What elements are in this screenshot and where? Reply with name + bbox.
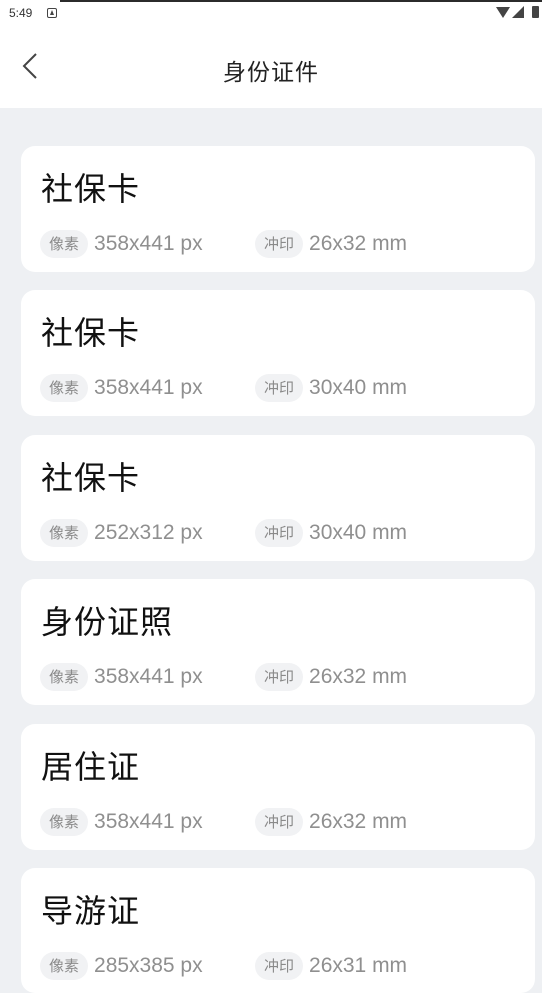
pixel-value: 358x441 px — [94, 665, 203, 688]
print-spec: 冲印 26x31 mm — [255, 952, 407, 980]
wifi-icon — [496, 7, 510, 18]
pixel-spec: 像素 252x312 px — [40, 519, 203, 547]
print-spec: 冲印 26x32 mm — [255, 808, 407, 836]
status-bar-edge — [60, 0, 542, 2]
signal-icon — [512, 6, 524, 18]
print-value: 26x32 mm — [309, 232, 408, 255]
pixel-spec: 像素 358x441 px — [40, 374, 203, 402]
print-tag: 冲印 — [255, 808, 304, 836]
status-bar: 5:49 — [0, 0, 542, 26]
print-tag: 冲印 — [255, 374, 304, 402]
list-item[interactable]: 社保卡 像素 252x312 px 冲印 30x40 mm — [21, 435, 535, 561]
pixel-tag: 像素 — [40, 952, 89, 980]
print-value: 30x40 mm — [309, 521, 408, 544]
print-value: 26x31 mm — [309, 954, 408, 977]
pixel-value: 252x312 px — [94, 521, 203, 544]
list-item[interactable]: 身份证照 像素 358x441 px 冲印 26x32 mm — [21, 579, 535, 705]
print-spec: 冲印 30x40 mm — [255, 374, 407, 402]
pixel-tag: 像素 — [40, 519, 89, 547]
notification-icon — [47, 8, 57, 18]
status-icons — [492, 6, 542, 20]
pixel-value: 358x441 px — [94, 232, 203, 255]
print-tag: 冲印 — [255, 952, 304, 980]
pixel-tag: 像素 — [40, 808, 89, 836]
card-title: 导游证 — [41, 892, 141, 930]
card-title: 社保卡 — [41, 170, 141, 208]
print-tag: 冲印 — [255, 519, 304, 547]
page-title: 身份证件 — [223, 60, 319, 86]
print-spec: 冲印 26x32 mm — [255, 230, 407, 258]
list-item[interactable]: 社保卡 像素 358x441 px 冲印 26x32 mm — [21, 146, 535, 272]
pixel-tag: 像素 — [40, 663, 89, 691]
list-item[interactable]: 社保卡 像素 358x441 px 冲印 30x40 mm — [21, 290, 535, 416]
print-value: 30x40 mm — [309, 376, 408, 399]
pixel-spec: 像素 285x385 px — [40, 952, 203, 980]
pixel-spec: 像素 358x441 px — [40, 808, 203, 836]
card-title: 社保卡 — [41, 314, 141, 352]
print-tag: 冲印 — [255, 663, 304, 691]
list-item[interactable]: 居住证 像素 358x441 px 冲印 26x32 mm — [21, 724, 535, 850]
card-title: 居住证 — [41, 748, 141, 786]
pixel-tag: 像素 — [40, 230, 89, 258]
list-item[interactable]: 导游证 像素 285x385 px 冲印 26x31 mm — [21, 868, 535, 993]
pixel-value: 358x441 px — [94, 376, 203, 399]
pixel-spec: 像素 358x441 px — [40, 663, 203, 691]
card-title: 身份证照 — [41, 603, 174, 641]
pixel-tag: 像素 — [40, 374, 89, 402]
pixel-value: 285x385 px — [94, 954, 203, 977]
print-value: 26x32 mm — [309, 665, 408, 688]
battery-icon — [532, 6, 539, 18]
pixel-value: 358x441 px — [94, 810, 203, 833]
pixel-spec: 像素 358x441 px — [40, 230, 203, 258]
print-spec: 冲印 26x32 mm — [255, 663, 407, 691]
app-header: 身份证件 — [0, 26, 542, 108]
status-time: 5:49 — [9, 6, 33, 20]
print-spec: 冲印 30x40 mm — [255, 519, 407, 547]
print-tag: 冲印 — [255, 230, 304, 258]
print-value: 26x32 mm — [309, 810, 408, 833]
card-title: 社保卡 — [41, 459, 141, 497]
